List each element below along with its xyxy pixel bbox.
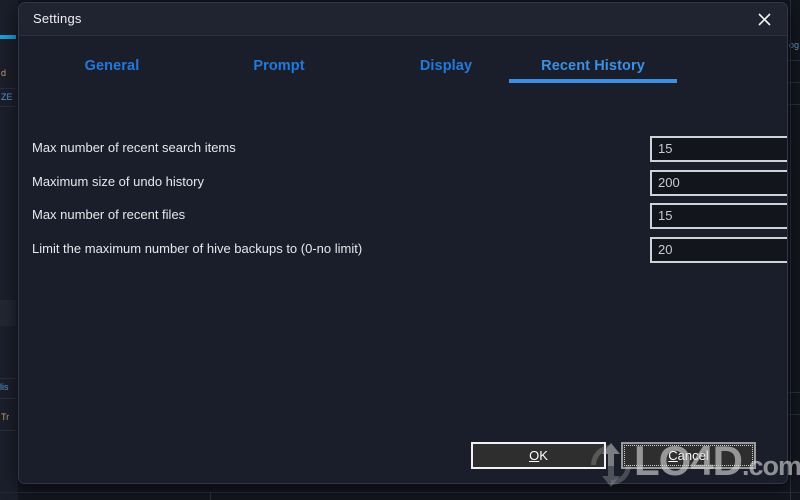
undo-history-size-input[interactable] xyxy=(650,169,787,196)
settings-row: Max number of recent files xyxy=(19,203,787,237)
row-label: Maximum size of undo history xyxy=(32,173,204,189)
recent-files-stepper[interactable] xyxy=(650,203,787,229)
bg-accent-bar xyxy=(0,35,16,39)
bg-fragment: Tr xyxy=(1,412,10,422)
ok-accel: O xyxy=(529,448,540,463)
tab-recent-history[interactable]: Recent History xyxy=(509,52,677,83)
hive-backups-limit-input[interactable] xyxy=(650,236,787,263)
bg-fragment: d xyxy=(1,68,7,78)
close-icon[interactable] xyxy=(741,3,787,35)
ok-rest: K xyxy=(539,448,548,463)
row-label: Limit the maximum number of hive backups… xyxy=(32,240,363,256)
bg-fragment: lis xyxy=(0,382,9,392)
undo-history-size-stepper[interactable] xyxy=(650,169,787,196)
dialog-footer: OK Cancel xyxy=(19,442,787,472)
tab-bar: General Prompt Display Recent History xyxy=(19,52,787,92)
screen: d ZE lis Tr og Settings General Prompt D… xyxy=(0,0,800,500)
tab-display[interactable]: Display xyxy=(376,52,516,74)
recent-files-input[interactable] xyxy=(650,203,787,229)
recent-search-items-input[interactable] xyxy=(650,136,787,162)
dialog-body: General Prompt Display Recent History Ma… xyxy=(19,36,787,483)
tab-underline xyxy=(509,79,677,83)
settings-rows: Max number of recent search items 15 Max… xyxy=(19,136,787,270)
dialog-title: Settings xyxy=(33,11,82,26)
bg-divider xyxy=(0,378,17,379)
settings-row: Maximum size of undo history xyxy=(19,169,787,204)
settings-row: Limit the maximum number of hive backups… xyxy=(19,236,787,271)
tab-label: General xyxy=(84,58,140,74)
recent-search-items-stepper[interactable] xyxy=(650,136,787,162)
row-label: Max number of recent search items xyxy=(32,140,236,155)
settings-row: Max number of recent search items xyxy=(19,136,787,170)
bg-divider xyxy=(0,106,17,107)
ok-button[interactable]: OK xyxy=(471,442,606,469)
tab-label: Prompt xyxy=(253,58,305,74)
cancel-rest: ancel xyxy=(677,448,709,463)
hive-backups-limit-stepper[interactable] xyxy=(650,236,787,263)
bg-vertical-rule xyxy=(790,0,791,500)
bg-status-sep xyxy=(210,492,211,500)
tab-label: Display xyxy=(419,58,473,74)
tab-prompt[interactable]: Prompt xyxy=(209,52,349,74)
cancel-button[interactable]: Cancel xyxy=(621,442,756,469)
cancel-accel: C xyxy=(668,448,678,463)
bg-divider xyxy=(0,398,17,399)
bg-divider xyxy=(0,88,17,89)
bg-fragment: ZE xyxy=(1,92,13,102)
dialog-titlebar: Settings xyxy=(19,3,787,36)
row-label: Max number of recent files xyxy=(32,207,186,222)
tab-general[interactable]: General xyxy=(42,52,182,74)
bg-row-highlight xyxy=(0,300,16,326)
tab-label: Recent History xyxy=(541,58,645,74)
bg-divider xyxy=(0,430,17,431)
settings-dialog: Settings General Prompt Display Recent H… xyxy=(18,2,788,484)
bg-status-divider xyxy=(0,492,800,493)
